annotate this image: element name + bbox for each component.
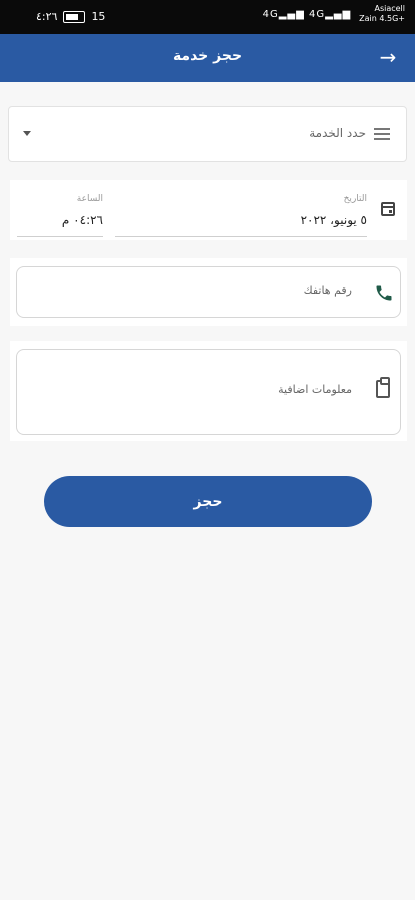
phone-card: رقم هاتفك (10, 258, 407, 326)
calendar-icon (381, 202, 395, 216)
info-card: معلومات اضافية (10, 341, 407, 441)
info-field[interactable]: معلومات اضافية (16, 349, 401, 435)
time-label: الساعة (76, 194, 103, 204)
status-right: 4G▂▄▆ 4G▂▄▆ Asiacell Zain 4.5G+ (263, 4, 405, 24)
carrier-2: Zain 4.5G+ (359, 14, 405, 23)
battery-icon (63, 10, 86, 23)
time-field[interactable]: الساعة ٠٤:٢٦ م (17, 190, 103, 237)
signal-b-label: 4G (308, 9, 326, 20)
signal-icon: 4G▂▄▆ 4G▂▄▆ (262, 9, 352, 20)
caret-down-icon (23, 131, 31, 136)
page-title: حجز خدمة (172, 48, 243, 64)
time-value: ٠٤:٢٦ م (61, 213, 103, 227)
book-button[interactable]: حجز (44, 476, 372, 527)
carrier-1: Asiacell (374, 4, 405, 13)
phone-field[interactable]: رقم هاتفك (16, 266, 401, 318)
carrier-info: Asiacell Zain 4.5G+ (359, 4, 405, 24)
status-left: ٤:٢٦ 15 (36, 10, 105, 23)
phone-placeholder: رقم هاتفك (303, 284, 352, 297)
date-time-card: التاريخ ٥ يونيو، ٢٠٢٢ الساعة ٠٤:٢٦ م (10, 180, 407, 240)
arrow-right-icon[interactable]: → (375, 44, 401, 70)
date-field[interactable]: التاريخ ٥ يونيو، ٢٠٢٢ (115, 190, 367, 237)
list-icon (374, 128, 390, 140)
date-value: ٥ يونيو، ٢٠٢٢ (300, 213, 367, 227)
status-time: ٤:٢٦ (36, 10, 58, 23)
phone-icon (376, 285, 392, 301)
battery-level: 15 (91, 10, 106, 23)
clipboard-icon (376, 377, 390, 398)
app-bar: حجز خدمة → (0, 34, 415, 82)
service-dropdown[interactable]: حدد الخدمة (8, 106, 407, 162)
signal-a-label: 4G (262, 9, 279, 20)
date-label: التاريخ (343, 194, 367, 204)
info-placeholder: معلومات اضافية (278, 383, 352, 396)
service-label: حدد الخدمة (309, 126, 366, 140)
status-bar: ٤:٢٦ 15 4G▂▄▆ 4G▂▄▆ Asiacell Zain 4.5G+ (0, 0, 415, 34)
